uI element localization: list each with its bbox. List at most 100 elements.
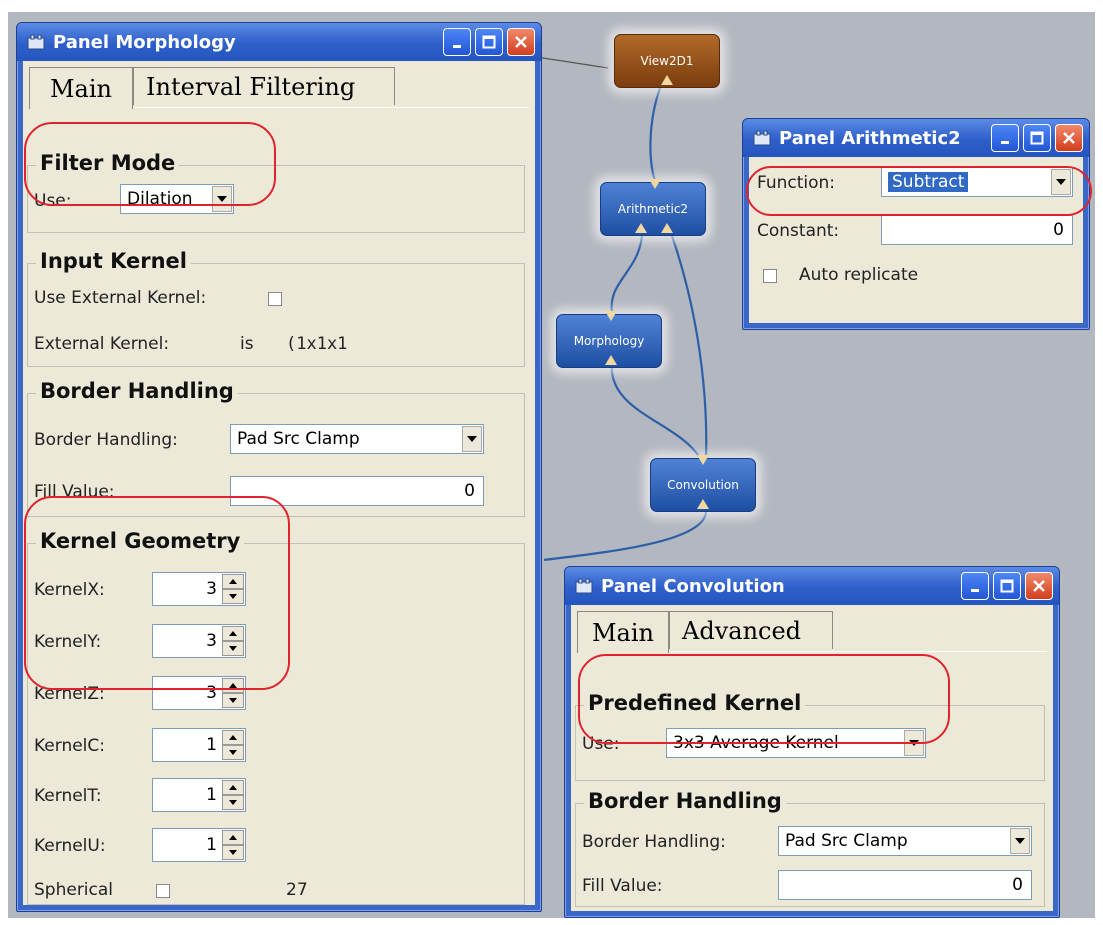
auto-replicate-label: Auto replicate: [799, 265, 919, 285]
input-pin-icon[interactable]: [697, 455, 709, 465]
arithmetic-titlebar[interactable]: Panel Arithmetic2: [743, 119, 1089, 157]
morphology-tabs: Main Interval Filtering: [29, 67, 529, 109]
chevron-down-icon[interactable]: [1051, 169, 1071, 195]
selected-value: Pad Src Clamp: [785, 831, 908, 851]
kernel-c-spinner[interactable]: 1: [152, 728, 246, 762]
morphology-client: Main Interval Filtering Filter Mode Use:…: [23, 61, 535, 905]
spin-down-icon[interactable]: [222, 845, 244, 860]
minimize-button[interactable]: [961, 572, 989, 600]
kernel-t-spinner[interactable]: 1: [152, 778, 246, 812]
group-title: Input Kernel: [36, 249, 191, 273]
constant-input[interactable]: 0: [881, 215, 1073, 245]
spin-up-icon[interactable]: [222, 730, 244, 745]
external-kernel-label: External Kernel:: [34, 334, 170, 354]
output-pin-icon[interactable]: [605, 355, 617, 365]
input-pin-icon[interactable]: [649, 179, 661, 189]
fill-value-label: Fill Value:: [582, 876, 663, 896]
group-title: Filter Mode: [36, 151, 180, 175]
node-arithmetic2[interactable]: Arithmetic2: [600, 179, 706, 236]
use-external-kernel-checkbox[interactable]: [268, 292, 282, 306]
input-pin-icon[interactable]: [605, 311, 617, 321]
minimize-button[interactable]: [443, 28, 471, 56]
kernel-y-spinner[interactable]: 3: [152, 624, 246, 658]
chevron-down-icon[interactable]: [904, 730, 924, 756]
filter-mode-select[interactable]: Dilation: [120, 184, 234, 214]
selected-value: Subtract: [888, 172, 969, 192]
spherical-checkbox[interactable]: [156, 884, 170, 898]
network-canvas: View2D1 Arithmetic2 Morphology Convoluti…: [8, 12, 1095, 918]
fill-value-input[interactable]: 0: [778, 870, 1032, 900]
predefined-kernel-group: Predefined Kernel Use: 3x3 Average Kerne…: [575, 691, 1045, 781]
chevron-down-icon[interactable]: [462, 426, 482, 452]
wire-arith-conv: [670, 235, 708, 459]
group-title: Border Handling: [584, 789, 786, 813]
chevron-down-icon[interactable]: [212, 186, 232, 212]
spin-up-icon[interactable]: [222, 780, 244, 795]
kernel-u-label: KernelU:: [34, 836, 106, 856]
convolution-panel: Panel Convolution Main Advanced Predefin…: [564, 566, 1060, 918]
tab-main[interactable]: Main: [577, 611, 669, 653]
maximize-button[interactable]: [1023, 124, 1051, 152]
output-pin-icon[interactable]: [661, 223, 673, 233]
filter-mode-group: Filter Mode Use: Dilation: [27, 151, 525, 233]
selected-value: Pad Src Clamp: [237, 429, 360, 449]
spin-down-icon[interactable]: [222, 745, 244, 760]
close-button[interactable]: [1055, 124, 1083, 152]
morphology-titlebar[interactable]: Panel Morphology: [17, 23, 541, 61]
node-label: Morphology: [573, 334, 645, 348]
group-title: Border Handling: [36, 379, 238, 403]
fill-value-input[interactable]: 0: [230, 476, 484, 506]
spin-up-icon[interactable]: [222, 626, 244, 641]
close-button[interactable]: [507, 28, 535, 56]
maximize-icon: [1000, 579, 1014, 593]
wire-arith-morph: [610, 235, 644, 313]
spin-down-icon[interactable]: [222, 589, 244, 604]
close-icon: [515, 36, 527, 48]
group-title: Kernel Geometry: [36, 529, 245, 553]
node-view2d1[interactable]: View2D1: [614, 34, 720, 88]
maximize-icon: [1030, 131, 1044, 145]
panel-icon: [575, 578, 593, 594]
kernel-x-spinner[interactable]: 3: [152, 572, 246, 606]
close-icon: [1063, 132, 1075, 144]
output-pin-icon[interactable]: [635, 223, 647, 233]
kernel-z-spinner[interactable]: 3: [152, 676, 246, 710]
function-select[interactable]: Subtract: [881, 167, 1073, 197]
convolution-titlebar[interactable]: Panel Convolution: [565, 567, 1059, 605]
node-convolution[interactable]: Convolution: [650, 455, 756, 512]
minimize-icon: [1001, 141, 1009, 144]
kernel-c-label: KernelC:: [34, 736, 106, 756]
convolution-client: Main Advanced Predefined Kernel Use: 3x3…: [571, 605, 1053, 911]
spinner-value: 3: [206, 579, 217, 599]
selected-value: 3x3 Average Kernel: [673, 733, 839, 753]
spherical-count: 27: [286, 880, 308, 900]
node-label: Convolution: [667, 478, 739, 492]
panel-icon: [27, 34, 45, 50]
spin-down-icon[interactable]: [222, 693, 244, 708]
output-pin-icon[interactable]: [697, 499, 709, 509]
kernel-geometry-group: Kernel Geometry KernelX: 3 KernelY: 3 Ke…: [27, 529, 525, 905]
spin-down-icon[interactable]: [222, 641, 244, 656]
close-icon: [1033, 580, 1045, 592]
tab-advanced[interactable]: Advanced: [669, 611, 833, 649]
chevron-down-icon[interactable]: [1010, 828, 1030, 854]
kernel-u-spinner[interactable]: 1: [152, 828, 246, 862]
tab-interval-filtering[interactable]: Interval Filtering: [133, 67, 395, 105]
node-morphology[interactable]: Morphology: [556, 311, 662, 368]
spin-down-icon[interactable]: [222, 795, 244, 810]
spin-up-icon[interactable]: [222, 574, 244, 589]
maximize-button[interactable]: [475, 28, 503, 56]
border-handling-select[interactable]: Pad Src Clamp: [778, 826, 1032, 856]
output-pin-icon[interactable]: [661, 75, 673, 85]
panel-icon: [753, 130, 771, 146]
wire-view-arith: [649, 87, 662, 185]
tab-main[interactable]: Main: [29, 67, 133, 109]
spin-up-icon[interactable]: [222, 830, 244, 845]
minimize-button[interactable]: [991, 124, 1019, 152]
close-button[interactable]: [1025, 572, 1053, 600]
border-handling-select[interactable]: Pad Src Clamp: [230, 424, 484, 454]
maximize-button[interactable]: [993, 572, 1021, 600]
spin-up-icon[interactable]: [222, 678, 244, 693]
predefined-kernel-select[interactable]: 3x3 Average Kernel: [666, 728, 926, 758]
auto-replicate-checkbox[interactable]: [763, 269, 777, 283]
